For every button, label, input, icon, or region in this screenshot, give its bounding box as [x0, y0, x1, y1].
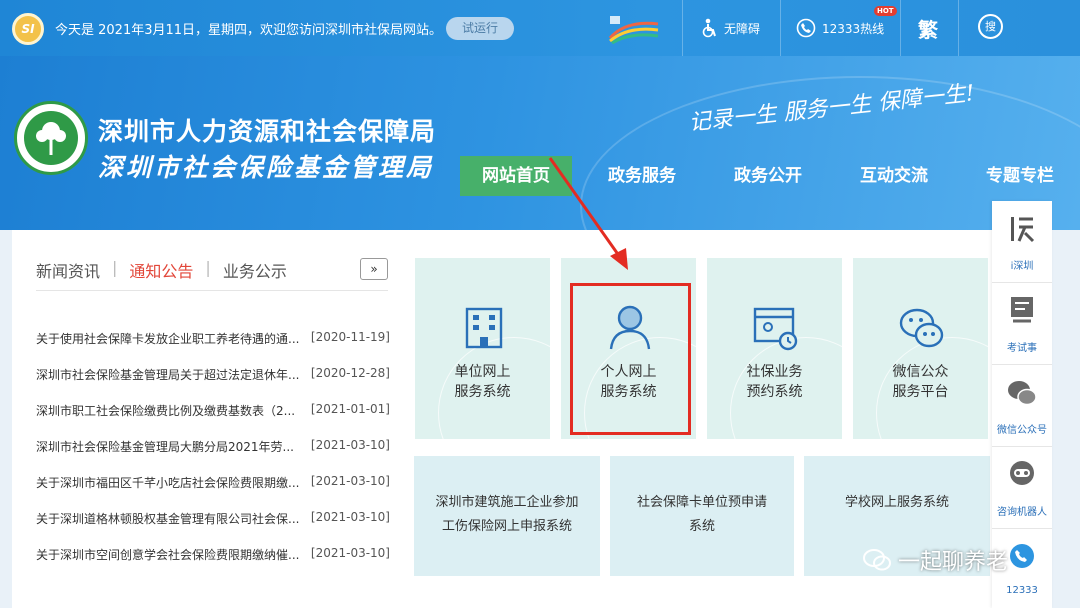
nav-public-affairs[interactable]: 政务公开 — [712, 156, 824, 196]
news-title[interactable]: 关于使用社会保障卡发放企业职工养老待遇的通... — [36, 330, 300, 366]
sidebar-item-exam[interactable]: 考试事 — [992, 283, 1052, 365]
service-card-wechat[interactable]: 微信公众 服务平台 — [853, 258, 988, 439]
wechat-watermark: 一起聊养老 — [862, 544, 1008, 576]
social-insurance-logo[interactable]: SI — [12, 13, 44, 45]
more-button[interactable]: » — [360, 258, 388, 280]
card-label: 社保业务 预约系统 — [746, 364, 803, 400]
wechat-icon — [1008, 381, 1037, 406]
news-list: 关于使用社会保障卡发放企业职工养老待遇的通... [2020-11-19] 深圳市… — [36, 330, 390, 582]
bureau-emblem-icon[interactable] — [14, 101, 88, 175]
tab-separator: | — [205, 258, 211, 277]
service-card-ss-card-preapply[interactable]: 社会保障卡单位预申请 系统 — [610, 456, 794, 576]
org-name-hrss: 深圳市人力资源和社会保障局 — [98, 117, 437, 146]
wechat-icon — [899, 308, 944, 348]
sidebar-label: 咨询机器人 — [997, 507, 1047, 518]
card-label: 微信公众 服务平台 — [892, 364, 949, 400]
top-bar: SI 今天是 2021年3月11日，星期四，欢迎您访问深圳市社保局网站。 试运行… — [0, 0, 1080, 56]
divider — [900, 0, 901, 56]
trial-run-button[interactable]: 试运行 — [446, 17, 514, 40]
news-date: [2021-03-10] — [310, 546, 390, 560]
sidebar-item-robot[interactable]: 咨询机器人 — [992, 447, 1052, 529]
news-title[interactable]: 深圳市社会保险基金管理局大鹏分局2021年劳... — [36, 438, 300, 474]
tab-notices[interactable]: 通知公告 — [129, 258, 193, 282]
annotation-arrow-icon — [548, 157, 628, 270]
service-card-appointment[interactable]: 社保业务 预约系统 — [707, 258, 842, 439]
search-icon[interactable]: 搜 — [978, 14, 1003, 39]
sidebar-label: 微信公众号 — [997, 425, 1047, 436]
list-item[interactable]: 深圳市社会保险基金管理局关于超过法定退休年... [2020-12-28] — [36, 366, 390, 402]
phone-icon — [796, 18, 816, 38]
accessibility-label: 无障碍 — [724, 21, 761, 36]
hot-badge: HOT — [874, 6, 897, 16]
news-title[interactable]: 关于深圳道格林顿股权基金管理有限公司社会保... — [36, 510, 300, 546]
org-name-fund: 深圳市社会保险基金管理局 — [98, 153, 435, 182]
tab-separator: | — [112, 258, 118, 277]
divider — [780, 0, 781, 56]
card-label: 学校网上服务系统 — [844, 495, 949, 510]
hotline-icon — [1010, 544, 1034, 568]
service-card-enterprise[interactable]: 单位网上 服务系统 — [415, 258, 550, 439]
news-date: [2021-03-10] — [310, 474, 390, 488]
hotline-link[interactable]: 12333热线 — [796, 16, 884, 40]
sidebar-item-wechat[interactable]: 微信公众号 — [992, 365, 1052, 447]
news-title[interactable]: 深圳市社会保险基金管理局关于超过法定退休年... — [36, 366, 300, 402]
news-date: [2021-03-10] — [310, 438, 390, 452]
partner-logo[interactable] — [606, 14, 662, 44]
watermark-text: 一起聊养老 — [898, 550, 1009, 575]
service-card-construction-injury[interactable]: 深圳市建筑施工企业参加 工伤保险网上申报系统 — [414, 456, 600, 576]
sidebar-label: i深圳 — [1010, 261, 1034, 272]
news-date: [2020-11-19] — [310, 330, 390, 344]
tab-business[interactable]: 业务公示 — [223, 258, 287, 282]
sidebar-label: 考试事 — [1007, 343, 1037, 354]
list-item[interactable]: 深圳市职工社会保险缴费比例及缴费基数表（2... [2021-01-01] — [36, 402, 390, 438]
tab-underline — [36, 290, 388, 291]
news-title[interactable]: 关于深圳市福田区千芊小吃店社会保险费限期缴... — [36, 474, 300, 510]
traditional-chinese-toggle[interactable]: 繁 — [918, 14, 938, 43]
list-item[interactable]: 关于使用社会保障卡发放企业职工养老待遇的通... [2020-11-19] — [36, 330, 390, 366]
i-shenzhen-icon — [1011, 217, 1035, 243]
divider — [958, 0, 959, 56]
robot-icon — [1010, 461, 1034, 485]
wheelchair-icon — [702, 18, 716, 38]
news-title[interactable]: 深圳市职工社会保险缴费比例及缴费基数表（2... — [36, 402, 300, 438]
news-tabs: 新闻资讯 | 通知公告 | 业务公示 — [36, 258, 299, 282]
accessibility-link[interactable]: 无障碍 — [702, 16, 760, 40]
main-panel: 新闻资讯 | 通知公告 | 业务公示 » 关于使用社会保障卡发放企业职工养老待遇… — [12, 230, 992, 608]
calendar-clock-icon — [753, 307, 798, 351]
card-label: 深圳市建筑施工企业参加 工伤保险网上申报系统 — [435, 495, 579, 534]
news-date: [2020-12-28] — [310, 366, 390, 380]
sidebar-item-i-shenzhen[interactable]: i深圳 — [992, 201, 1052, 283]
news-date: [2021-03-10] — [310, 510, 390, 524]
exam-icon — [1011, 297, 1033, 323]
wechat-icon — [863, 549, 891, 571]
welcome-text: 今天是 2021年3月11日，星期四，欢迎您访问深圳市社保局网站。 — [55, 23, 443, 38]
annotation-highlight-box — [570, 283, 691, 435]
card-label: 单位网上 服务系统 — [454, 364, 511, 400]
list-item[interactable]: 关于深圳市空间创意学会社会保险费限期缴纳催... [2021-03-10] — [36, 546, 390, 582]
divider — [682, 0, 683, 56]
building-icon — [465, 307, 503, 349]
list-item[interactable]: 关于深圳道格林顿股权基金管理有限公司社会保... [2021-03-10] — [36, 510, 390, 546]
hotline-label: 12333热线 — [822, 21, 885, 36]
news-title[interactable]: 关于深圳市空间创意学会社会保险费限期缴纳催... — [36, 546, 300, 582]
sidebar-label: 12333 — [1006, 585, 1038, 596]
nav-special-topics[interactable]: 专题专栏 — [964, 156, 1076, 196]
nav-interaction[interactable]: 互动交流 — [838, 156, 950, 196]
list-item[interactable]: 深圳市社会保险基金管理局大鹏分局2021年劳... [2021-03-10] — [36, 438, 390, 474]
card-label: 社会保障卡单位预申请 系统 — [636, 495, 767, 534]
list-item[interactable]: 关于深圳市福田区千芊小吃店社会保险费限期缴... [2021-03-10] — [36, 474, 390, 510]
news-date: [2021-01-01] — [310, 402, 390, 416]
tab-news[interactable]: 新闻资讯 — [36, 258, 100, 282]
